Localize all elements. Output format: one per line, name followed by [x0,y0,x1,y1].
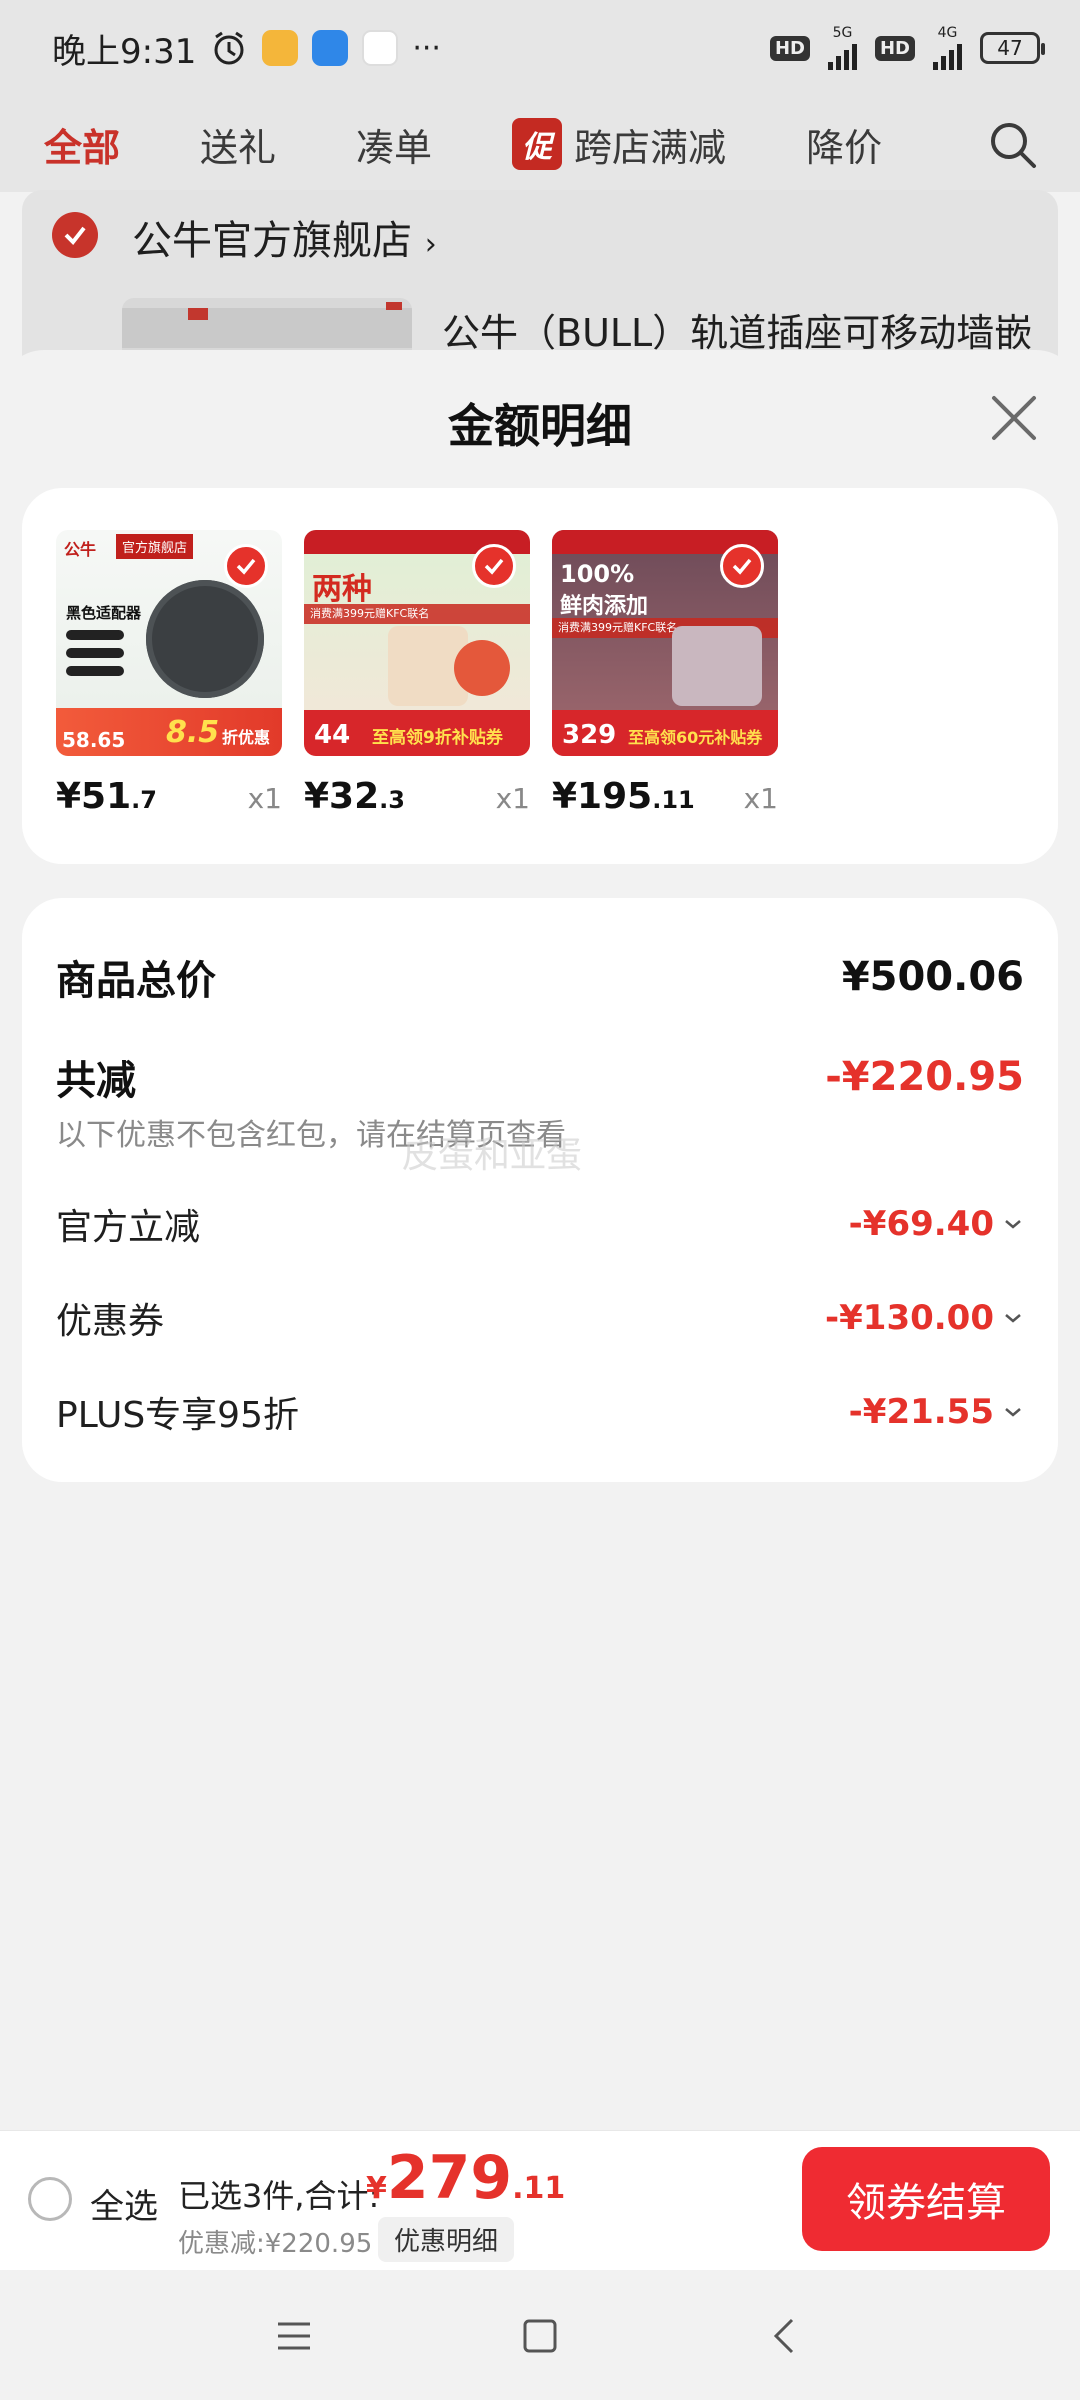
subtotal-label: 商品总价 [56,958,216,1004]
tab-cross-store-label: 跨店满减 [574,125,727,170]
product-item[interactable]: 100% 鲜肉添加 消费满399元赠KFC联名 329 至高领60元补贴券 ¥1… [552,530,778,817]
tab-all[interactable]: 全部 [44,117,120,172]
search-icon[interactable] [986,118,1040,172]
reduction-row: 共减 -¥220.95 [56,1048,1024,1106]
play-app-icon [362,30,399,66]
product-quantity: x1 [495,782,530,815]
reduction-label: 共减 [56,1058,136,1104]
sheet-title: 金额明细 [448,399,632,453]
menu-icon[interactable] [270,2312,318,2360]
status-app-icons: ··· [210,29,441,67]
product-price: ¥195.11 [552,776,695,817]
discount-label: 优惠券 [56,1301,165,1342]
product-check-icon[interactable] [472,544,516,588]
category-tabs: 全部 送礼 凑单 促 跨店满减 降价 [0,96,1080,192]
hd-badge-2: HD [874,35,915,61]
product-item[interactable]: 公牛 官方旗舰店 黑色适配器 58.65 8.5 折优惠 ¥51.7 x1 [56,530,282,817]
product-quantity: x1 [743,782,778,815]
watermark: 皮蛋和亚蛋 [402,1135,583,1176]
selected-products-card: 公牛 官方旗舰店 黑色适配器 58.65 8.5 折优惠 ¥51.7 x1 两种… [22,488,1058,864]
status-time: 晚上9:31 [52,31,197,72]
product-check-icon[interactable] [720,544,764,588]
discount-label: PLUS专享95折 [56,1395,299,1436]
reduction-value: -¥220.95 [825,1054,1024,1100]
price-summary-card: 商品总价 ¥500.06 共减 -¥220.95 以下优惠不包含红包，请在结算页… [22,898,1058,1482]
tab-gift[interactable]: 送礼 [200,117,276,172]
product-image: 公牛 官方旗舰店 黑色适配器 58.65 8.5 折优惠 [56,530,282,756]
signal-icon [827,40,857,70]
promo-badge: 促 [512,118,563,170]
alarm-icon [214,31,244,65]
tab-cross-store[interactable]: 促 跨店满减 [512,117,726,172]
close-icon[interactable] [988,392,1040,444]
store-check-icon[interactable] [52,212,98,258]
status-indicators: HD 5G HD 4G 47 [769,26,1045,70]
amount-detail-sheet: 金额明细 公牛 官方旗舰店 黑色适配器 58.65 8.5 折优惠 ¥51.7 … [0,350,1080,2130]
product-image: 两种 消费满399元赠KFC联名 44 至高领9折补贴券 [304,530,530,756]
status-bar: 晚上9:31 ··· HD 5G HD 4G 47 [0,0,1080,96]
discount-label: 官方立减 [56,1207,201,1248]
chevron-down-icon [1005,1220,1021,1229]
product-price: ¥32.3 [304,776,405,817]
notes-app-icon [262,30,299,66]
selected-count: 已选3件,合计: [178,2177,380,2215]
store-name[interactable]: 公牛官方旗舰店 › [132,208,437,266]
product-quantity: x1 [247,782,282,815]
hd-badge: HD [769,35,810,61]
signal-icon-2 [933,40,962,70]
discount-value: -¥21.55 [848,1392,994,1432]
discount-row-official[interactable]: 官方立减 -¥69.40 [56,1198,1024,1250]
layers-app-icon [312,30,349,66]
system-nav-bar [0,2270,1080,2400]
discount-amount: 优惠减:¥220.95 [178,2229,373,2259]
subtotal-row: 商品总价 ¥500.06 [56,948,1024,1006]
back-icon[interactable] [762,2312,810,2360]
chevron-down-icon [1005,1408,1021,1417]
select-all-label[interactable]: 全选 [90,2179,158,2228]
store-product-title[interactable]: 公牛（BULL）轨道插座可移动墙嵌 [442,302,1032,357]
discount-value: -¥130.00 [825,1298,994,1338]
signal-5g: 5G [827,26,857,70]
product-check-icon[interactable] [224,544,268,588]
total-price: ¥279.11 [366,2143,566,2213]
checkout-button[interactable]: 领券结算 [802,2147,1050,2251]
tab-price-drop[interactable]: 降价 [806,117,882,172]
discount-detail-button[interactable]: 优惠明细 [378,2217,515,2262]
tab-bundle[interactable]: 凑单 [356,117,432,172]
signal-4g: 4G [933,26,962,70]
battery-icon: 47 [980,32,1045,64]
product-price: ¥51.7 [56,776,157,817]
discount-row-coupon[interactable]: 优惠券 -¥130.00 [56,1292,1024,1344]
discount-value: -¥69.40 [848,1204,994,1244]
product-image: 100% 鲜肉添加 消费满399元赠KFC联名 329 至高领60元补贴券 [552,530,778,756]
discount-row-plus[interactable]: PLUS专享95折 -¥21.55 [56,1386,1024,1438]
more-notifications-icon: ··· [412,30,441,66]
checkout-bar: 全选 已选3件,合计: ¥279.11 优惠减:¥220.95 优惠明细 领券结… [0,2130,1080,2270]
subtotal-value: ¥500.06 [841,954,1024,1000]
chevron-right-icon: › [424,227,437,262]
chevron-down-icon [1005,1314,1021,1323]
product-item[interactable]: 两种 消费满399元赠KFC联名 44 至高领9折补贴券 ¥32.3 x1 [304,530,530,817]
home-icon[interactable] [516,2312,564,2360]
select-all-radio[interactable] [28,2177,72,2221]
